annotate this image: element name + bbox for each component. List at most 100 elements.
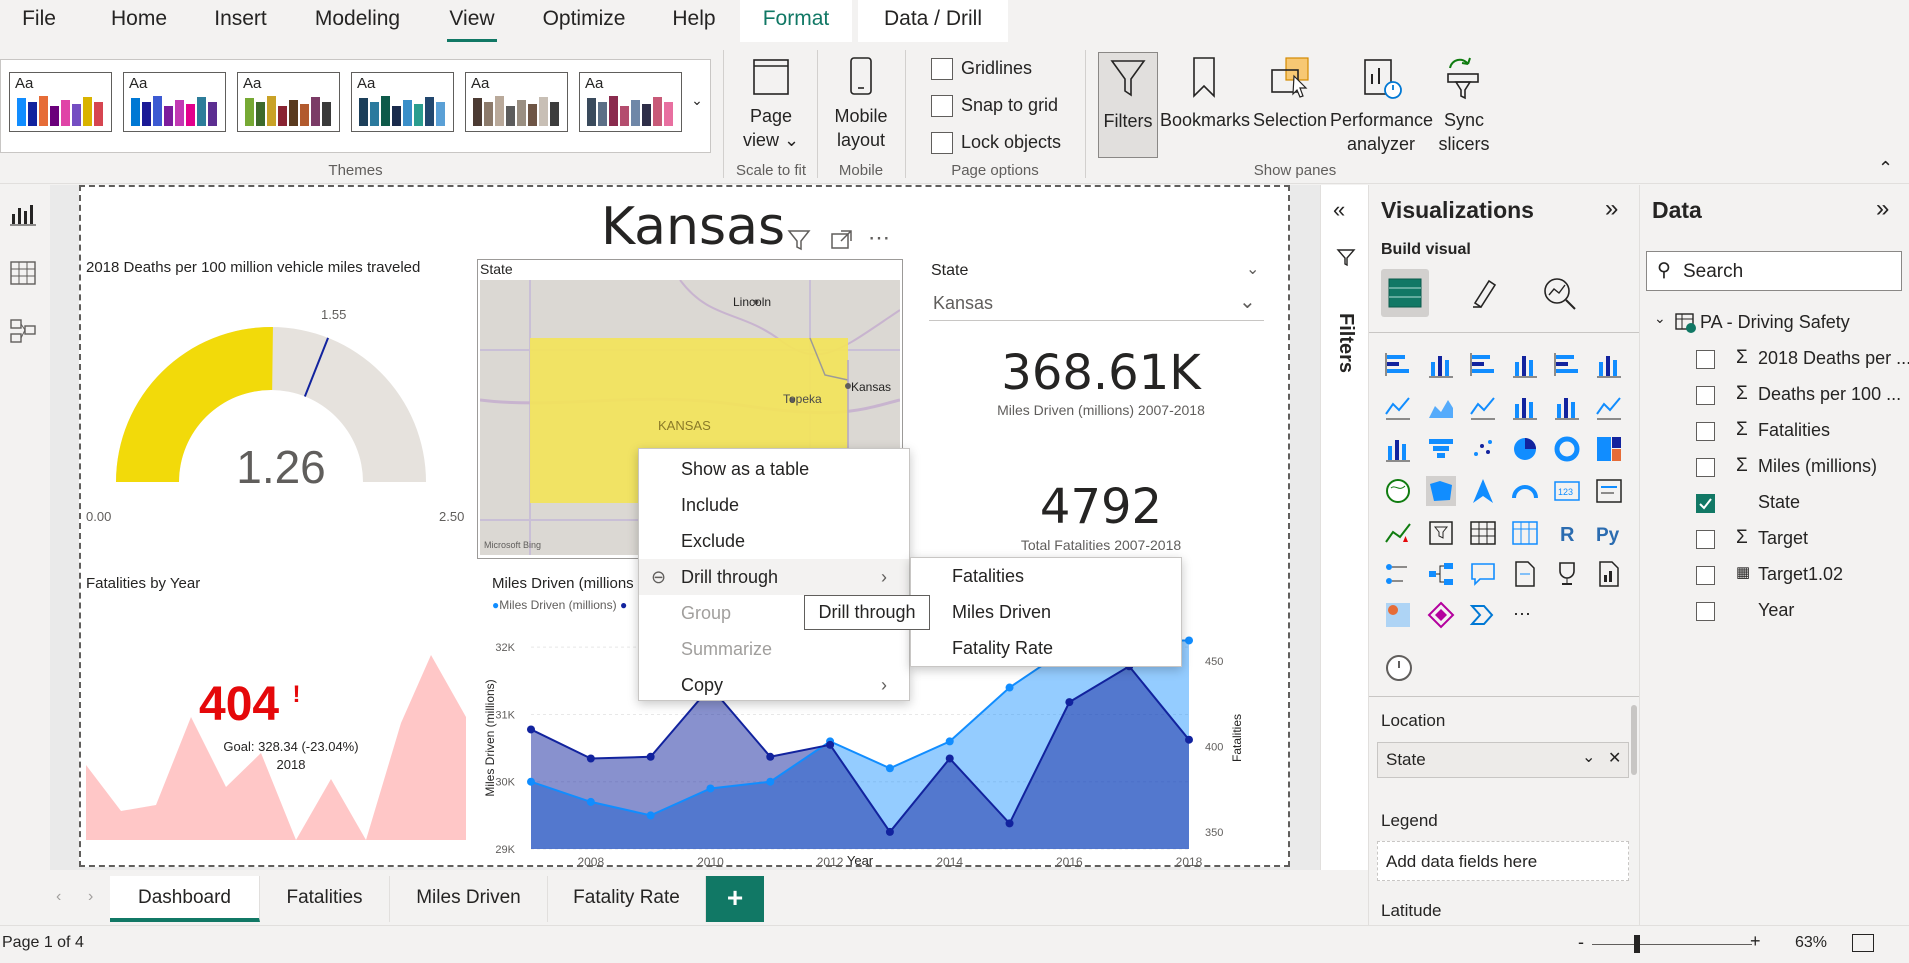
chevron-down-icon[interactable]: ⌄ <box>1654 310 1666 327</box>
visual-type-icon[interactable] <box>1468 434 1498 464</box>
visual-type-icon[interactable] <box>1510 434 1540 464</box>
visual-type-icon[interactable] <box>1552 392 1582 422</box>
tab-fatality-rate[interactable]: Fatality Rate <box>548 876 706 922</box>
visual-type-icon[interactable] <box>1383 350 1413 380</box>
collapse-ribbon-icon[interactable]: ⌃ <box>1878 158 1893 179</box>
zoom-slider-thumb[interactable] <box>1634 935 1640 953</box>
visual-type-icon[interactable] <box>1426 476 1456 506</box>
visual-type-icon[interactable] <box>1468 518 1498 548</box>
focus-mode-icon[interactable] <box>828 227 854 253</box>
format-visual-icon[interactable] <box>1465 273 1505 313</box>
field-checkbox[interactable] <box>1696 602 1715 621</box>
visual-type-icon[interactable]: Py <box>1594 518 1624 548</box>
visual-type-icon[interactable] <box>1383 600 1413 630</box>
menu-optimize[interactable]: Optimize <box>535 0 633 42</box>
menu-home[interactable]: Home <box>100 0 178 42</box>
visual-type-icon[interactable] <box>1426 434 1456 464</box>
filters-pane-button[interactable]: Filters <box>1098 52 1158 158</box>
chevron-down-icon[interactable]: ⌄ <box>686 92 708 114</box>
more-options-icon[interactable]: ⋯ <box>868 225 891 251</box>
visual-type-icon[interactable] <box>1594 434 1624 464</box>
menu-copy[interactable]: Copy › <box>639 667 909 703</box>
theme-swatch[interactable]: Aa <box>123 72 226 132</box>
visual-type-icon[interactable] <box>1383 476 1413 506</box>
visual-type-icon[interactable] <box>1426 559 1456 589</box>
expand-filters-icon[interactable]: « <box>1333 197 1345 223</box>
scrollbar[interactable] <box>1631 705 1637 775</box>
add-page-button[interactable]: + <box>706 876 764 922</box>
fit-to-page-icon[interactable] <box>1852 934 1874 952</box>
location-field-well[interactable]: State ⌄ ✕ <box>1377 742 1629 778</box>
theme-swatch[interactable]: Aa <box>351 72 454 132</box>
menu-file[interactable]: File <box>8 0 70 42</box>
field-checkbox[interactable] <box>1696 530 1715 549</box>
legend-field-well[interactable]: Add data fields here <box>1377 841 1629 881</box>
visual-type-icon[interactable] <box>1383 434 1413 464</box>
visual-type-icon[interactable] <box>1510 559 1540 589</box>
table-name[interactable]: PA - Driving Safety <box>1700 312 1850 333</box>
sync-slicers-button[interactable]: Sync slicers <box>1432 54 1496 156</box>
menu-help[interactable]: Help <box>665 0 723 42</box>
slicer-dropdown[interactable]: Kansas ⌄ <box>929 287 1264 321</box>
menu-include[interactable]: Include <box>639 487 909 523</box>
visual-type-icon[interactable] <box>1510 392 1540 422</box>
collapse-visualizations-icon[interactable]: » <box>1605 195 1618 223</box>
field-checkbox[interactable] <box>1696 350 1715 369</box>
visual-type-icon[interactable] <box>1383 652 1415 684</box>
bookmarks-pane-button[interactable]: Bookmarks <box>1160 54 1250 132</box>
drill-miles-driven[interactable]: Miles Driven <box>911 594 1181 630</box>
menu-data-drill[interactable]: Data / Drill <box>858 0 1008 42</box>
remove-field-icon[interactable]: ✕ <box>1608 748 1621 768</box>
drill-fatalities[interactable]: Fatalities <box>911 558 1181 594</box>
build-visual-tab[interactable] <box>1381 269 1429 317</box>
menu-exclude[interactable]: Exclude <box>639 523 909 559</box>
theme-swatch[interactable]: Aa <box>579 72 682 132</box>
visual-filter-icon[interactable] <box>786 227 812 253</box>
theme-swatch[interactable]: Aa <box>237 72 340 132</box>
model-view-icon[interactable] <box>8 316 38 346</box>
gridlines-checkbox[interactable]: Gridlines <box>931 58 1081 82</box>
menu-modeling[interactable]: Modeling <box>305 0 410 42</box>
drill-fatality-rate[interactable]: Fatality Rate <box>911 630 1181 666</box>
table-view-icon[interactable] <box>8 258 38 288</box>
visual-type-icon[interactable] <box>1468 600 1498 630</box>
mobile-layout-button[interactable]: Mobile layout <box>820 54 902 152</box>
visual-type-icon[interactable] <box>1510 350 1540 380</box>
visual-type-icon[interactable] <box>1510 518 1540 548</box>
field-checkbox[interactable] <box>1696 422 1715 441</box>
analytics-icon[interactable] <box>1539 273 1579 313</box>
field-checkbox[interactable] <box>1696 458 1715 477</box>
snap-to-grid-checkbox[interactable]: Snap to grid <box>931 95 1081 119</box>
chevron-down-icon[interactable]: ⌄ <box>1582 747 1595 767</box>
zoom-out-button[interactable]: - <box>1578 932 1584 953</box>
slicer-collapse-icon[interactable]: ⌄ <box>1246 259 1259 279</box>
selection-pane-button[interactable]: Selection <box>1250 54 1330 132</box>
field-checkbox[interactable] <box>1696 566 1715 585</box>
visual-type-icon[interactable] <box>1426 600 1456 630</box>
menu-view[interactable]: View <box>447 0 497 42</box>
performance-analyzer-button[interactable]: Performance analyzer <box>1330 54 1433 156</box>
themes-gallery[interactable]: Aa Aa Aa Aa Aa Aa <box>0 59 711 153</box>
field-checkbox[interactable] <box>1696 386 1715 405</box>
visual-type-icon[interactable]: 123 <box>1552 476 1582 506</box>
visual-type-icon[interactable] <box>1594 559 1624 589</box>
visual-type-icon[interactable] <box>1468 392 1498 422</box>
visual-type-icon[interactable] <box>1594 350 1624 380</box>
visual-type-icon[interactable] <box>1383 392 1413 422</box>
report-view-icon[interactable] <box>8 200 38 230</box>
visual-type-icon[interactable] <box>1594 392 1624 422</box>
field-checkbox[interactable] <box>1696 494 1715 513</box>
zoom-slider[interactable] <box>1592 944 1752 945</box>
menu-insert[interactable]: Insert <box>203 0 278 42</box>
scroll-right-icon[interactable]: › <box>88 888 93 906</box>
visual-type-icon[interactable] <box>1468 476 1498 506</box>
theme-swatch[interactable]: Aa <box>465 72 568 132</box>
visual-type-icon[interactable] <box>1552 434 1582 464</box>
tab-dashboard[interactable]: Dashboard <box>110 876 260 922</box>
collapse-data-icon[interactable]: » <box>1876 195 1889 223</box>
tab-miles-driven[interactable]: Miles Driven <box>390 876 548 922</box>
menu-drill-through[interactable]: ⊖ Drill through › <box>639 559 909 595</box>
visual-type-icon[interactable] <box>1426 392 1456 422</box>
visual-type-icon[interactable] <box>1468 559 1498 589</box>
visual-type-icon[interactable]: R <box>1552 518 1582 548</box>
